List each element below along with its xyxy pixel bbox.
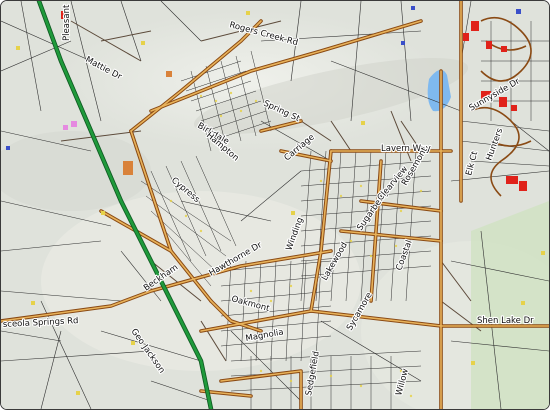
- green-area: [471, 201, 549, 409]
- terrain-hill: [41, 191, 361, 371]
- label-pleasant: Pleasant: [62, 4, 72, 41]
- label-shen-lake-dr: Shen Lake Dr: [477, 316, 534, 326]
- map-canvas[interactable]: Pleasant Rogers Creek Rd Mattie Dr Sprin…: [1, 1, 549, 409]
- map-view[interactable]: Pleasant Rogers Creek Rd Mattie Dr Sprin…: [0, 0, 550, 410]
